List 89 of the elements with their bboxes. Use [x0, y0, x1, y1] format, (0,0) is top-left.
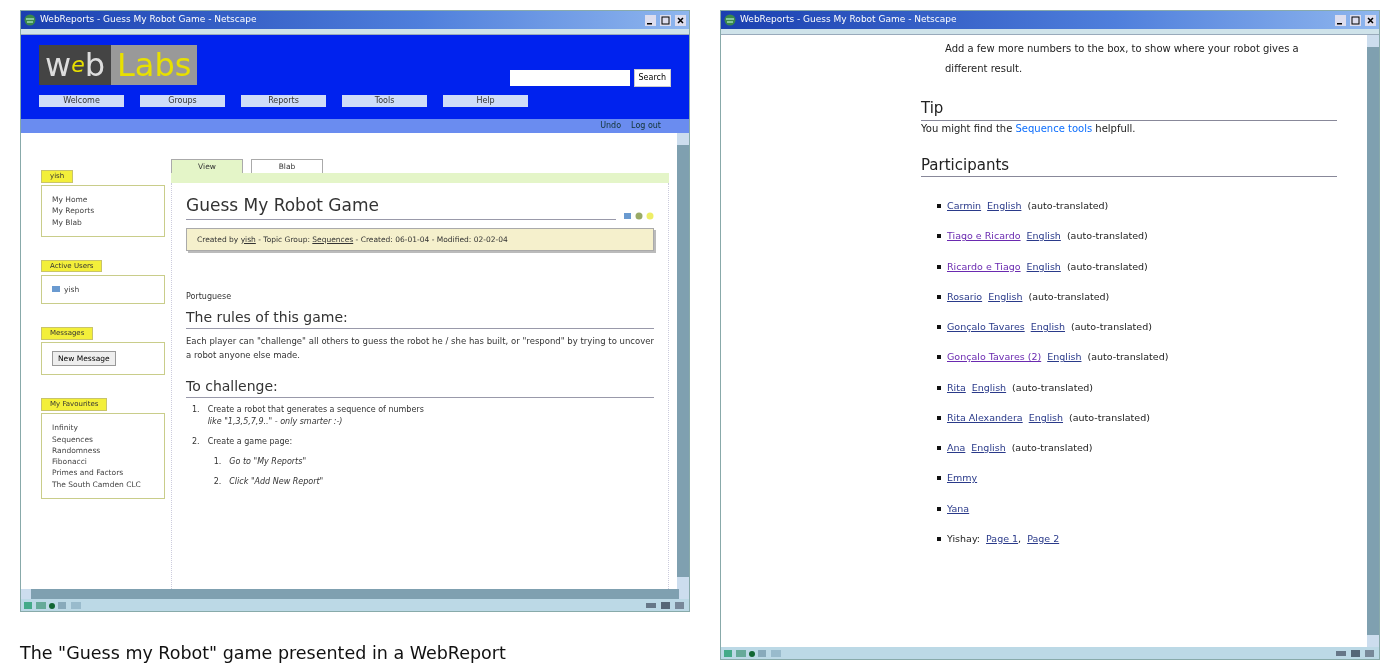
page-link[interactable]: Page 2: [1027, 531, 1060, 546]
search-field[interactable]: [509, 70, 630, 86]
status-icons-drawing: [24, 600, 84, 610]
close-icon[interactable]: [1365, 14, 1376, 26]
translation-link[interactable]: English: [971, 380, 1007, 395]
participant-link[interactable]: Rosario: [947, 289, 983, 304]
bullet: [937, 415, 941, 420]
bullet: [937, 204, 941, 209]
bullet: [937, 385, 941, 390]
user-icon: [52, 286, 60, 293]
translation-note: (auto-translated): [1069, 410, 1150, 425]
maximize-icon[interactable]: [660, 14, 671, 26]
participant-link[interactable]: Rita Alexandera: [947, 410, 1023, 425]
globe-icon: [24, 14, 36, 26]
nav-tab[interactable]: Welcome: [39, 95, 124, 107]
security-icons-drawing: [1336, 648, 1376, 658]
bullet: [937, 264, 941, 269]
translation-link[interactable]: English: [988, 289, 1023, 304]
substep-text: Go to "My Reports": [229, 456, 307, 469]
list-number: 2.: [192, 436, 200, 449]
search-button[interactable]: Search: [633, 69, 671, 87]
paragraph: Add a few more numbers to the box, to show where your robot gives a different result.: [944, 42, 1300, 76]
bullet: [937, 355, 941, 360]
page-title: Guess My Robot Game: [186, 193, 616, 220]
translation-link[interactable]: English: [971, 441, 1006, 456]
translation-link[interactable]: English: [1030, 320, 1065, 335]
translation-link[interactable]: English: [1028, 410, 1063, 425]
utility-link[interactable]: Log out: [631, 120, 661, 132]
participant-link[interactable]: Ana: [947, 441, 966, 456]
bullet: [937, 506, 941, 511]
security-icons-drawing: [646, 600, 686, 610]
window-title: WebReports - Guess My Robot Game - Netscape: [740, 13, 957, 27]
participant-link[interactable]: Tiago e Ricardo: [947, 229, 1021, 244]
translation-note: (auto-translated): [1027, 199, 1109, 213]
translation-link[interactable]: English: [1026, 229, 1061, 244]
translation-link[interactable]: English: [987, 199, 1022, 214]
translation-note: (auto-translated): [1028, 289, 1110, 304]
bullet: [937, 234, 941, 239]
translation-note: (auto-translated): [1087, 350, 1169, 365]
window-title: WebReports - Guess My Robot Game - Netscape: [40, 13, 257, 27]
tip-text: You might find the Sequence tools helpfull.: [921, 121, 1137, 136]
translation-note: (auto-translated): [1011, 441, 1093, 455]
substep-text: Click "Add New Report": [229, 476, 324, 489]
step-note: like "1,3,5,7,9.." - only smarter :-): [207, 416, 344, 429]
page-tools-icons-drawing[interactable]: [624, 211, 654, 220]
section-heading: Participants: [921, 153, 1337, 177]
section-heading: To challenge:: [186, 376, 654, 399]
status-icons-drawing: [724, 648, 784, 658]
translation-link[interactable]: English: [1047, 350, 1082, 365]
close-icon[interactable]: [675, 14, 686, 26]
bullet: [937, 325, 941, 330]
paragraph: Each player can "challenge" all others to guess the robot he / she has built, or "respond" by trying to uncover a robot anyone else made.: [186, 335, 654, 362]
bullet: [937, 446, 941, 451]
participant-link[interactable]: Ricardo e Tiago: [947, 259, 1021, 274]
figure-caption: The "Guess my Robot" game presented in a WebReport: [20, 642, 507, 664]
section-heading: The rules of this game:: [186, 307, 654, 329]
translation-note: (auto-translated): [1012, 380, 1093, 395]
section-heading: Tip: [921, 97, 1337, 121]
globe-icon: [724, 14, 736, 26]
participant-link[interactable]: Carmin: [947, 199, 982, 214]
translation-link[interactable]: English: [1026, 259, 1061, 274]
bullet: [937, 294, 941, 299]
nav-tab[interactable]: Reports: [241, 95, 326, 107]
step-text: Create a robot that generates a sequence of numbers: [207, 404, 424, 417]
participant-link[interactable]: Gonçalo Tavares: [947, 320, 1025, 335]
participant-link[interactable]: Gonçalo Tavares (2): [947, 350, 1042, 365]
translation-note: (auto-translated): [1066, 259, 1148, 274]
bullet: [937, 536, 941, 541]
participant-name: Yishay:: [947, 531, 981, 546]
participant-link[interactable]: Emmy: [947, 471, 978, 486]
utility-link[interactable]: Undo: [600, 120, 622, 132]
list-number: 1.: [213, 456, 222, 469]
nav-tab[interactable]: Help: [443, 95, 528, 107]
separator-text: ,: [1018, 531, 1022, 546]
minimize-icon[interactable]: [645, 14, 656, 26]
nav-tab[interactable]: Tools: [342, 95, 427, 107]
list-number: 1.: [192, 404, 200, 417]
participant-link[interactable]: Yana: [947, 501, 970, 516]
participant-link[interactable]: Rita: [947, 380, 966, 395]
language-label: Portuguese: [186, 291, 233, 303]
page-link[interactable]: Page 1: [986, 531, 1019, 546]
translation-note: (auto-translated): [1066, 229, 1148, 244]
minimize-icon[interactable]: [1335, 14, 1346, 26]
bullet: [937, 476, 941, 481]
list-number: 2.: [213, 476, 222, 489]
maximize-icon[interactable]: [1350, 14, 1361, 26]
translation-note: (auto-translated): [1071, 320, 1152, 334]
nav-tab[interactable]: Groups: [140, 95, 225, 107]
step-text: Create a game page:: [207, 436, 294, 449]
